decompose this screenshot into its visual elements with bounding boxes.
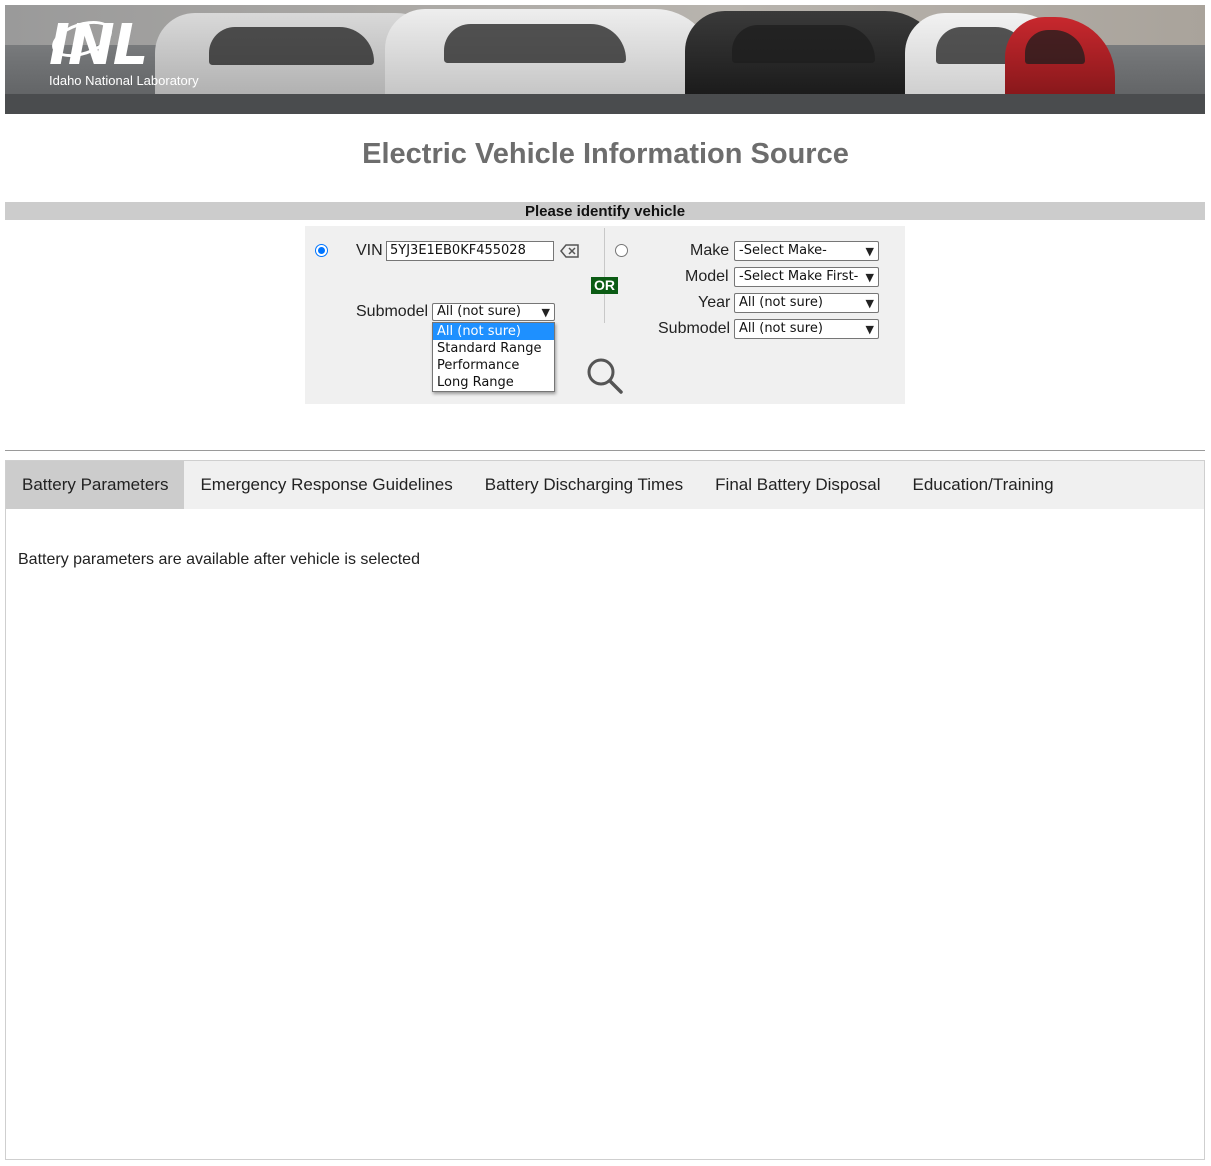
chevron-down-icon: ▼ xyxy=(865,271,874,284)
dropdown-option[interactable]: Performance xyxy=(433,357,554,374)
or-divider xyxy=(604,228,605,323)
chevron-down-icon: ▼ xyxy=(865,323,874,336)
info-tabs: Battery Parameters Emergency Response Gu… xyxy=(5,460,1205,510)
make-submodel-value: All (not sure) xyxy=(739,321,823,336)
chevron-down-icon: ▼ xyxy=(865,297,874,310)
or-badge: OR xyxy=(591,277,618,294)
make-label: Make xyxy=(690,242,730,259)
dropdown-option[interactable]: All (not sure) xyxy=(433,323,554,340)
tab-education-training[interactable]: Education/Training xyxy=(897,461,1070,509)
banner-ground xyxy=(5,94,1205,114)
model-select-value: -Select Make First- xyxy=(739,269,859,284)
header-banner: INL Idaho National Laboratory xyxy=(5,5,1205,114)
identify-vehicle-heading: Please identify vehicle xyxy=(5,202,1205,220)
make-submodel-select[interactable]: All (not sure) ▼ xyxy=(734,319,879,339)
vin-submodel-select[interactable]: All (not sure) ▼ xyxy=(432,303,555,321)
clear-vin-icon[interactable] xyxy=(560,243,580,264)
dropdown-option[interactable]: Standard Range xyxy=(433,340,554,357)
chevron-down-icon: ▼ xyxy=(865,245,874,258)
year-label: Year xyxy=(698,294,731,311)
vin-submodel-selected: All (not sure) xyxy=(437,304,521,319)
content-message: Battery parameters are available after v… xyxy=(18,551,420,568)
year-select[interactable]: All (not sure) ▼ xyxy=(734,293,879,313)
model-select[interactable]: -Select Make First- ▼ xyxy=(734,267,879,287)
make-select[interactable]: -Select Make- ▼ xyxy=(734,241,879,261)
tab-battery-discharging-times[interactable]: Battery Discharging Times xyxy=(469,461,699,509)
vin-label: VIN xyxy=(356,242,383,259)
tab-emergency-response-guidelines[interactable]: Emergency Response Guidelines xyxy=(184,461,468,509)
year-select-value: All (not sure) xyxy=(739,295,823,310)
section-divider xyxy=(5,450,1205,451)
inl-logo[interactable]: INL Idaho National Laboratory xyxy=(47,14,199,88)
page-title: Electric Vehicle Information Source xyxy=(362,138,849,170)
chevron-down-icon: ▼ xyxy=(541,306,550,319)
vin-radio[interactable] xyxy=(315,244,328,257)
model-label: Model xyxy=(685,268,729,285)
tab-final-battery-disposal[interactable]: Final Battery Disposal xyxy=(699,461,896,509)
vin-submodel-dropdown[interactable]: All (not sure) Standard Range Performanc… xyxy=(432,322,555,392)
make-radio[interactable] xyxy=(615,244,628,257)
make-submodel-label: Submodel xyxy=(658,320,731,337)
tab-content-panel: Battery parameters are available after v… xyxy=(5,509,1205,1160)
dropdown-option[interactable]: Long Range xyxy=(433,374,554,391)
tab-battery-parameters[interactable]: Battery Parameters xyxy=(6,461,185,509)
search-icon[interactable] xyxy=(586,357,624,400)
vin-input[interactable]: 5YJ3E1EB0KF455028 xyxy=(386,241,554,261)
make-select-value: -Select Make- xyxy=(739,243,827,258)
logo-name: Idaho National Laboratory xyxy=(49,73,199,88)
vin-submodel-label: Submodel xyxy=(356,303,429,320)
vehicle-selection-panel: VIN 5YJ3E1EB0KF455028 Submodel All (not … xyxy=(305,226,905,404)
